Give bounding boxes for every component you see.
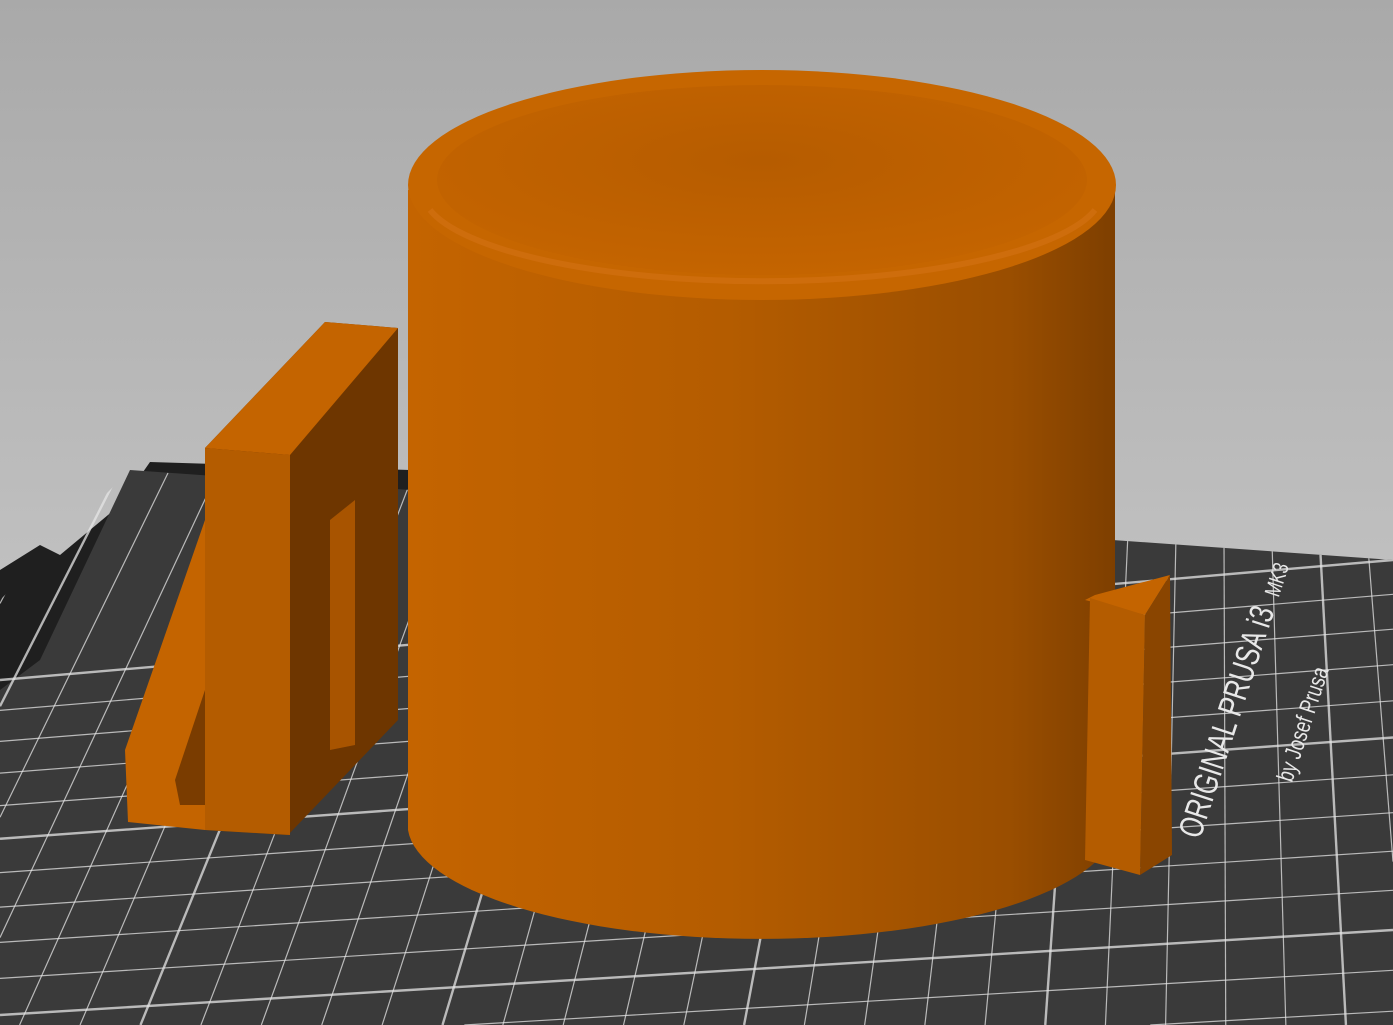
model-cylinder[interactable] bbox=[408, 70, 1116, 939]
model-right-tab[interactable] bbox=[1085, 575, 1172, 875]
3d-viewport[interactable]: ORIGINAL PRUSA i3 MK3 by Josef Prusa bbox=[0, 0, 1393, 1025]
